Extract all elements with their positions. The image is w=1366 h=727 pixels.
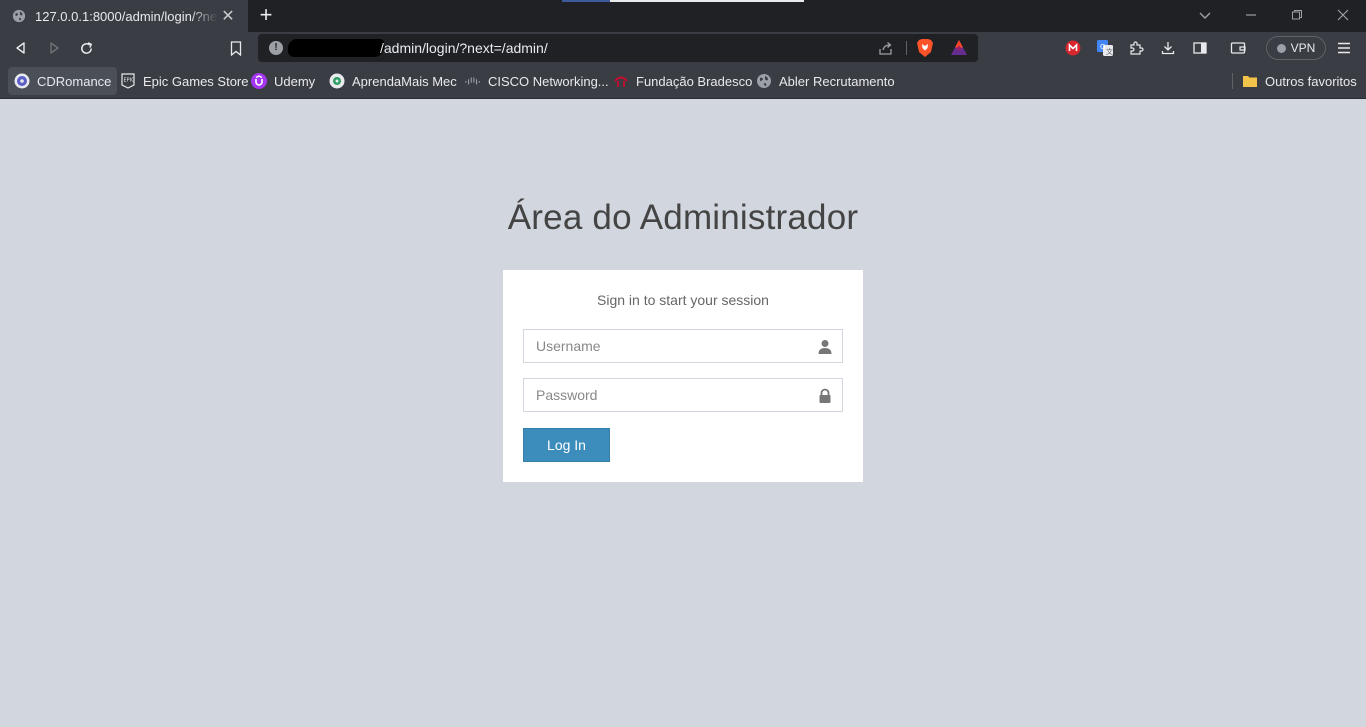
redacted-host bbox=[288, 39, 384, 57]
bookmark-udemy[interactable]: Udemy bbox=[245, 67, 321, 95]
bookmark-cisco[interactable]: CISCO Networking... bbox=[459, 67, 615, 95]
google-translate-icon[interactable]: G文 bbox=[1094, 37, 1116, 59]
extensions-puzzle-icon[interactable] bbox=[1125, 37, 1147, 59]
bookmark-label: Udemy bbox=[274, 73, 316, 89]
vpn-status-icon bbox=[1276, 43, 1286, 53]
udemy-icon bbox=[251, 73, 267, 89]
password-input[interactable] bbox=[524, 379, 842, 411]
bookmark-label: Epic Games Store bbox=[143, 73, 249, 89]
address-bar[interactable]: ! /admin/login/?next=/admin/ bbox=[258, 34, 978, 62]
window-drag-indicator bbox=[562, 0, 610, 2]
tab-close-icon[interactable]: ✕ bbox=[218, 6, 238, 26]
site-info-icon[interactable]: ! bbox=[269, 41, 283, 55]
globe-icon bbox=[756, 73, 772, 89]
lock-icon bbox=[819, 388, 831, 403]
svg-text:文: 文 bbox=[1106, 47, 1113, 56]
bookmark-label: Abler Recrutamento bbox=[779, 73, 895, 89]
bookmark-bradesco[interactable]: Fundação Bradesco bbox=[607, 67, 758, 95]
bookmark-abler[interactable]: Abler Recrutamento bbox=[750, 67, 901, 95]
bookmark-aprendamais[interactable]: AprendaMais Mec bbox=[323, 67, 463, 95]
sidebar-icon[interactable] bbox=[1189, 37, 1211, 59]
cdromance-icon bbox=[14, 73, 30, 89]
new-tab-button[interactable]: + bbox=[255, 4, 277, 26]
globe-icon bbox=[12, 9, 26, 23]
bookmark-icon[interactable] bbox=[225, 37, 247, 59]
bookmark-label: CISCO Networking... bbox=[488, 73, 609, 89]
bookmark-label: Fundação Bradesco bbox=[636, 73, 753, 89]
browser-toolbar: ! /admin/login/?next=/admin/ G文 VPN bbox=[0, 32, 1366, 64]
other-bookmarks-label: Outros favoritos bbox=[1265, 73, 1357, 89]
window-drag-indicator-highlight bbox=[610, 0, 804, 2]
svg-text:G: G bbox=[1100, 43, 1105, 51]
vpn-label: VPN bbox=[1290, 41, 1316, 55]
cisco-icon bbox=[465, 73, 481, 89]
bradesco-icon bbox=[613, 73, 629, 89]
brave-rewards-icon[interactable] bbox=[950, 39, 968, 56]
svg-text:EPIC: EPIC bbox=[124, 78, 136, 84]
wallet-icon[interactable] bbox=[1227, 37, 1249, 59]
tab-strip: 127.0.0.1:8000/admin/login/?next=/admin/… bbox=[0, 0, 1366, 32]
address-url[interactable]: /admin/login/?next=/admin/ bbox=[380, 40, 548, 56]
login-box: Sign in to start your session Log In bbox=[503, 270, 863, 482]
brave-shields-icon[interactable] bbox=[916, 38, 934, 58]
close-window-icon[interactable] bbox=[1331, 4, 1355, 26]
login-box-message: Sign in to start your session bbox=[597, 292, 769, 308]
epic-games-icon: EPIC bbox=[120, 73, 136, 89]
bookmark-label: CDRomance bbox=[37, 73, 112, 89]
browser-tab-active[interactable]: 127.0.0.1:8000/admin/login/?next=/admin/… bbox=[0, 0, 248, 32]
password-field bbox=[523, 378, 843, 412]
page-content: Área do Administrador Sign in to start y… bbox=[0, 99, 1366, 727]
mega-extension-icon[interactable] bbox=[1062, 37, 1084, 59]
bookmark-epic-games[interactable]: EPIC Epic Games Store bbox=[114, 67, 255, 95]
tab-title: 127.0.0.1:8000/admin/login/?next=/admin/ bbox=[35, 8, 218, 24]
aprendamais-icon bbox=[329, 73, 345, 89]
username-field bbox=[523, 329, 843, 363]
forward-icon[interactable] bbox=[43, 37, 65, 59]
folder-icon bbox=[1242, 73, 1258, 89]
bookmark-label: AprendaMais Mec bbox=[352, 73, 457, 89]
menu-hamburger-icon[interactable] bbox=[1333, 37, 1355, 59]
user-icon bbox=[818, 340, 832, 354]
minimize-icon[interactable] bbox=[1239, 4, 1263, 26]
downloads-icon[interactable] bbox=[1157, 37, 1179, 59]
vpn-button[interactable]: VPN bbox=[1266, 36, 1326, 60]
log-in-button[interactable]: Log In bbox=[523, 428, 610, 462]
page-title: Área do Administrador bbox=[507, 198, 859, 237]
bookmark-cdromance[interactable]: CDRomance bbox=[8, 67, 118, 95]
bookmarks-divider bbox=[1232, 73, 1233, 89]
address-bar-divider bbox=[906, 41, 907, 55]
share-icon[interactable] bbox=[878, 40, 894, 56]
back-icon[interactable] bbox=[10, 37, 32, 59]
other-bookmarks-folder[interactable]: Outros favoritos bbox=[1236, 67, 1363, 95]
reload-icon[interactable] bbox=[75, 37, 97, 59]
restore-icon[interactable] bbox=[1285, 4, 1309, 26]
username-input[interactable] bbox=[524, 330, 842, 362]
tab-search-chevron-icon[interactable] bbox=[1193, 4, 1217, 26]
bookmarks-bar: CDRomance EPIC Epic Games Store Udemy Ap… bbox=[0, 64, 1366, 99]
